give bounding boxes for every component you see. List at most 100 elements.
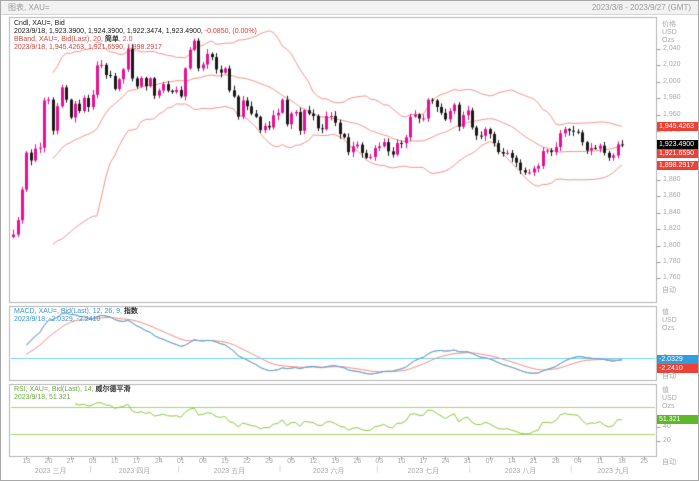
date-tick-label: 04 [574, 458, 582, 465]
window-date-range: 2023/3/8 - 2023/9/27 (GMT) [592, 3, 691, 12]
date-tick-label: 01 [177, 458, 185, 465]
macd-axis-unit: 值 [662, 309, 677, 317]
rsi-value-badge: 51.321 [657, 415, 699, 424]
date-tick-label: 31 [464, 458, 472, 465]
date-tick-label: 25 [640, 458, 648, 465]
month-separator: | [376, 466, 378, 473]
date-tick-label: 08 [199, 458, 207, 465]
month-label: 2023 八月 [505, 466, 537, 476]
legend-bband-prefix: BBand, XAU=, Bid(Last), 20, [14, 36, 105, 43]
last-price-badge: 1,923.4900 [657, 140, 699, 149]
price-tick-label: 1,800 [663, 242, 681, 249]
date-tick-label: 29 [265, 458, 273, 465]
month-separator: | [178, 466, 180, 473]
month-label: 2023 七月 [408, 466, 440, 476]
auto-scale-main[interactable]: 自动 [662, 285, 676, 295]
legend-macd-param: 指数 [124, 308, 138, 315]
price-tick-label: 2,040 [663, 45, 681, 52]
macd-axis-measure: Ozs [662, 325, 677, 333]
window-title: 图表, XAU= [8, 2, 50, 13]
date-tick-label: 14 [508, 458, 516, 465]
legend-rsi-row[interactable]: RSI, XAU=, Bid(Last), 14, 威尔德平滑 [14, 386, 131, 394]
price-tick-label: 2,020 [663, 61, 681, 68]
legend-macd-row[interactable]: MACD, XAU=, Bid(Last), 12, 26, 9, 指数 [14, 308, 138, 316]
date-tick-label: 26 [353, 458, 361, 465]
chart-window: 图表, XAU= 2023/3/8 - 2023/9/27 (GMT) Cndl… [0, 0, 699, 481]
date-tick-label: 12 [309, 458, 317, 465]
date-tick-label: 24 [155, 458, 163, 465]
upper-band-price-badge: 1,945.4263 [657, 122, 699, 131]
rsi-tick-label: 40 [663, 423, 671, 430]
date-tick-label: 27 [67, 458, 75, 465]
date-tick-label: 03 [89, 458, 97, 465]
date-tick-label: 17 [133, 458, 141, 465]
price-tick-label: 1,780 [663, 258, 681, 265]
chart-canvas[interactable] [1, 1, 699, 481]
month-separator: | [89, 466, 91, 473]
legend-macd-prefix: MACD, XAU=, Bid(Last), 12, 26, 9, [14, 308, 124, 315]
legend-candle-ohlc-row[interactable]: 2023/9/18, 1,923.3900, 1,924.3900, 1,922… [14, 28, 257, 36]
date-tick-label: 03 [375, 458, 383, 465]
month-separator: | [469, 466, 471, 473]
legend-macd-values: 2023/9/18, -2.0329, -2.2410 [14, 316, 138, 324]
date-tick-label: 19 [331, 458, 339, 465]
month-separator: | [570, 466, 572, 473]
legend-rsi-prefix: RSI, XAU=, Bid(Last), 14, [14, 386, 96, 393]
titlebar[interactable]: 图表, XAU= 2023/3/8 - 2023/9/27 (GMT) [1, 1, 698, 15]
lower-band-price-badge: 1,898.2917 [657, 161, 699, 170]
auto-scale-rsi[interactable]: 自动 [662, 457, 676, 467]
legend-bband-values: 2023/9/18, 1,945.4263, 1,921.6590, 1,898… [14, 44, 257, 52]
price-axis-unit: 价格 [662, 21, 677, 29]
legend-rsi-values: 2023/9/18, 51.321 [14, 394, 131, 402]
legend-rsi-param: 威尔德平滑 [96, 386, 131, 393]
rsi-axis-unit: 值 [662, 387, 677, 395]
price-tick-label: 1,980 [663, 94, 681, 101]
rsi-tick-label: 20 [663, 437, 671, 444]
legend-bband-suffix: , 2.0 [119, 36, 133, 43]
month-label: 2023 九月 [597, 466, 629, 476]
month-label: 2023 三月 [35, 466, 67, 476]
date-tick-label: 21 [530, 458, 538, 465]
price-tick-label: 1,820 [663, 225, 681, 232]
date-tick-label: 10 [397, 458, 405, 465]
month-label: 2023 五月 [214, 466, 246, 476]
date-tick-label: 13 [23, 458, 31, 465]
date-tick-label: 24 [442, 458, 450, 465]
date-tick-label: 05 [287, 458, 295, 465]
rsi-axis-measure: Ozs [662, 403, 677, 411]
legend-macd[interactable]: MACD, XAU=, Bid(Last), 12, 26, 9, 指数 202… [14, 308, 138, 324]
legend-candle-change: -0.0850, (0.00%) [205, 28, 257, 35]
legend-rsi[interactable]: RSI, XAU=, Bid(Last), 14, 威尔德平滑 2023/9/1… [14, 386, 131, 402]
auto-scale-macd[interactable]: 自动 [662, 371, 676, 381]
date-tick-label: 22 [243, 458, 251, 465]
date-tick-label: 11 [596, 458, 603, 465]
price-tick-label: 2,000 [663, 78, 681, 85]
date-tick-label: 17 [420, 458, 428, 465]
month-label: 2023 六月 [313, 466, 345, 476]
legend-bband-param: 简单 [105, 36, 119, 43]
price-tick-label: 1,960 [663, 111, 681, 118]
macd-axis-header: 值 USD Ozs [662, 309, 677, 333]
price-axis-header: 价格 USD Ozs [662, 21, 677, 45]
date-tick-label: 07 [486, 458, 494, 465]
month-separator: | [279, 466, 281, 473]
rsi-axis-currency: USD [662, 395, 677, 403]
price-tick-label: 1,880 [663, 176, 681, 183]
macd-value-badge: -2.0329 [657, 355, 699, 364]
legend-bband-row[interactable]: BBand, XAU=, Bid(Last), 20, 简单, 2.0 [14, 36, 257, 44]
month-label: 2023 四月 [119, 466, 151, 476]
date-tick-label: 28 [552, 458, 560, 465]
macd-axis-currency: USD [662, 317, 677, 325]
legend-candle-ohlc: 2023/9/18, 1,923.3900, 1,924.3900, 1,922… [14, 28, 205, 35]
legend-main[interactable]: Cndl, XAU=, Bid 2023/9/18, 1,923.3900, 1… [14, 20, 257, 52]
price-tick-label: 1,760 [663, 274, 681, 281]
price-axis-currency: USD [662, 29, 677, 37]
legend-candle-series[interactable]: Cndl, XAU=, Bid [14, 20, 257, 28]
date-tick-label: 20 [45, 458, 53, 465]
rsi-axis-header: 值 USD Ozs [662, 387, 677, 411]
date-tick-label: 18 [618, 458, 626, 465]
price-axis-measure: Ozs [662, 37, 677, 45]
price-tick-label: 1,860 [663, 192, 681, 199]
price-tick-label: 1,840 [663, 209, 681, 216]
date-tick-label: 15 [221, 458, 229, 465]
